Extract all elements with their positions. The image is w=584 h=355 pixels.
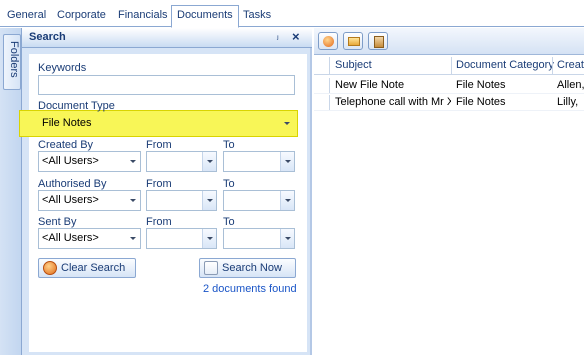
dropdown-arrow-icon[interactable] — [126, 191, 140, 210]
add-icon — [323, 36, 334, 47]
keywords-input[interactable] — [38, 75, 295, 95]
tab-tasks[interactable]: Tasks — [238, 6, 276, 27]
cell-subject: New File Note — [335, 79, 405, 91]
search-now-button[interactable]: Search Now — [199, 258, 296, 278]
sent-by-label: Sent By — [38, 216, 77, 228]
dropdown-arrow-icon[interactable] — [280, 114, 294, 133]
folders-rail: Folders — [0, 28, 22, 355]
sent-from-date[interactable] — [146, 228, 217, 249]
sent-to-label: To — [223, 216, 235, 228]
clear-search-button[interactable]: Clear Search — [38, 258, 136, 278]
column-document-category[interactable]: Document Category — [456, 59, 554, 71]
authorised-from-date[interactable] — [146, 190, 217, 211]
created-by-select[interactable]: <All Users> — [38, 151, 141, 172]
sent-from-label: From — [146, 216, 172, 228]
cell-document-category: File Notes — [456, 79, 506, 91]
tab-general[interactable]: General — [2, 6, 51, 27]
dropdown-arrow-icon[interactable] — [126, 152, 140, 171]
tab-financials[interactable]: Financials — [113, 6, 173, 27]
results-toolbar — [314, 28, 584, 55]
clear-search-label: Clear Search — [61, 262, 126, 274]
row-selector[interactable] — [314, 95, 330, 110]
dropdown-arrow-icon[interactable] — [280, 191, 294, 210]
sent-by-value: <All Users> — [42, 232, 99, 244]
created-to-label: To — [223, 139, 235, 151]
paste-button[interactable] — [368, 32, 388, 50]
dropdown-arrow-icon[interactable] — [280, 229, 294, 248]
row-selector[interactable] — [314, 78, 330, 93]
authorised-by-value: <All Users> — [42, 194, 99, 206]
tab-documents[interactable]: Documents — [171, 5, 239, 28]
authorised-by-label: Authorised By — [38, 178, 107, 190]
column-subject[interactable]: Subject — [335, 59, 453, 71]
dropdown-arrow-icon[interactable] — [202, 229, 216, 248]
column-created[interactable]: Creat — [557, 59, 584, 71]
cell-created: Allen, — [557, 79, 584, 91]
pin-icon[interactable]: ⱼ — [277, 31, 279, 42]
paste-icon — [374, 36, 384, 48]
column-divider[interactable] — [552, 57, 553, 75]
search-now-icon — [204, 261, 218, 275]
folders-label: Folders — [8, 41, 20, 78]
open-folder-button[interactable] — [343, 32, 363, 50]
document-type-label: Document Type — [38, 100, 115, 112]
dropdown-arrow-icon[interactable] — [202, 152, 216, 171]
clear-search-icon — [43, 261, 57, 275]
authorised-to-date[interactable] — [223, 190, 295, 211]
table-row[interactable]: Telephone call with Mr X File Notes Lill… — [314, 95, 584, 111]
table-row[interactable]: New File Note File Notes Allen, — [314, 78, 584, 94]
authorised-to-label: To — [223, 178, 235, 190]
sent-to-date[interactable] — [223, 228, 295, 249]
cell-subject: Telephone call with Mr X — [335, 96, 451, 108]
sent-by-select[interactable]: <All Users> — [38, 228, 141, 249]
dropdown-arrow-icon[interactable] — [280, 152, 294, 171]
results-grid-header: Subject Document Category Creat — [314, 57, 584, 75]
column-divider[interactable] — [451, 57, 452, 75]
folder-open-icon — [348, 37, 360, 46]
results-count-status: 2 documents found — [203, 283, 297, 295]
tab-corporate[interactable]: Corporate — [52, 6, 111, 27]
search-panel-title: Search — [29, 31, 66, 43]
authorised-by-select[interactable]: <All Users> — [38, 190, 141, 211]
search-panel-header: Search ⱼ × — [22, 28, 312, 48]
created-to-date[interactable] — [223, 151, 295, 172]
document-type-value: File Notes — [42, 117, 92, 129]
cell-created: Lilly, — [557, 96, 579, 108]
results-area: Subject Document Category Creat New File… — [314, 28, 584, 355]
add-button[interactable] — [318, 32, 338, 50]
authorised-from-label: From — [146, 178, 172, 190]
document-type-select[interactable]: File Notes — [38, 113, 295, 134]
top-tab-bar: General Corporate Financials Documents T… — [0, 0, 584, 28]
folders-tab[interactable]: Folders — [3, 34, 21, 90]
created-by-label: Created By — [38, 139, 94, 151]
created-by-value: <All Users> — [42, 155, 99, 167]
cell-document-category: File Notes — [456, 96, 506, 108]
row-selector-header — [314, 57, 330, 74]
keywords-label: Keywords — [38, 62, 87, 74]
created-from-label: From — [146, 139, 172, 151]
close-icon[interactable]: × — [292, 29, 300, 44]
created-from-date[interactable] — [146, 151, 217, 172]
dropdown-arrow-icon[interactable] — [202, 191, 216, 210]
dropdown-arrow-icon[interactable] — [126, 229, 140, 248]
search-now-label: Search Now — [222, 262, 282, 274]
